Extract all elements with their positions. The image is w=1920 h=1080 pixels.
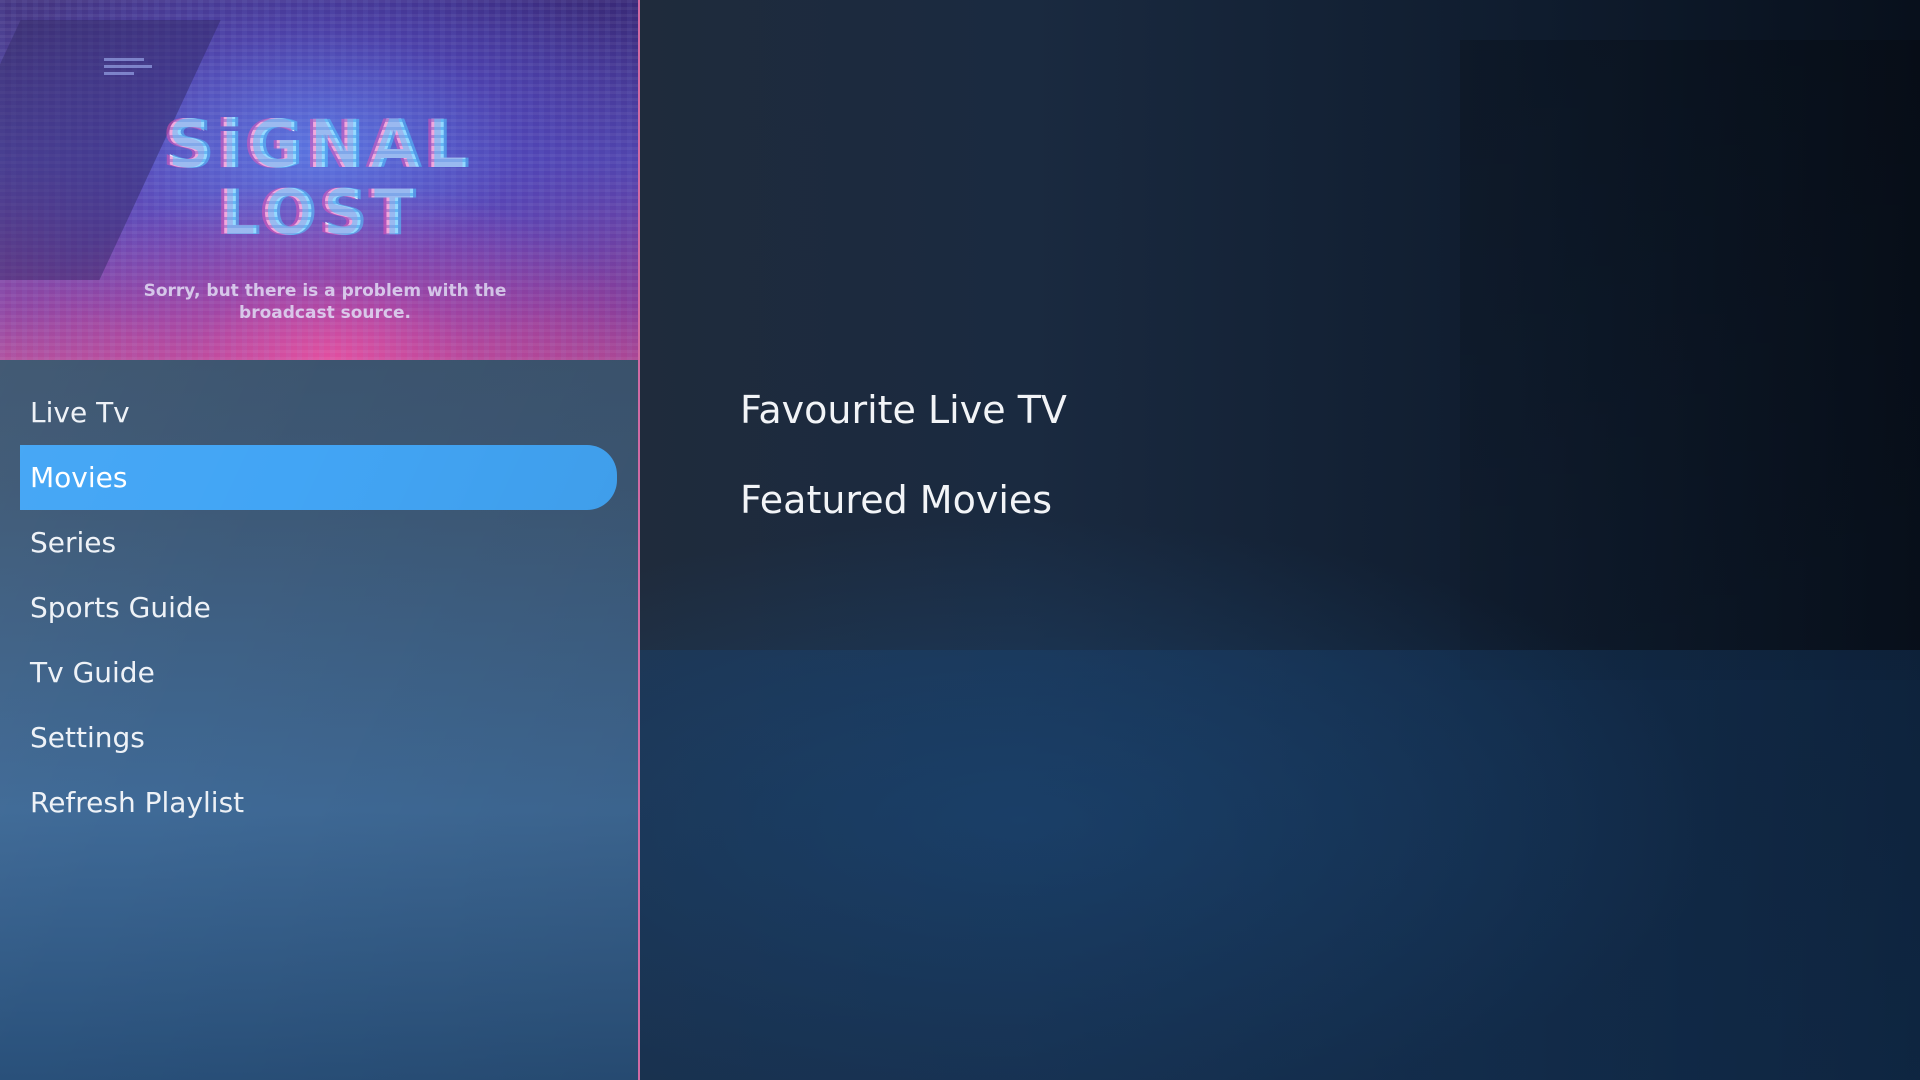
channel-logo-icon [104,58,152,82]
menu-item-sports-guide[interactable]: Sports Guide [20,575,617,640]
menu-item-refresh-playlist[interactable]: Refresh Playlist [20,770,617,835]
signal-lost-title-text: SiGNAL [164,106,474,183]
menu-item-series[interactable]: Series [20,510,617,575]
section-featured-movies[interactable]: Featured Movies [740,478,1052,522]
menu-item-settings[interactable]: Settings [20,705,617,770]
signal-lost-message: Sorry, but there is a problem with the b… [143,281,507,323]
app-window: SiGNAL LOST Sorry, but there is a proble… [0,0,1920,1080]
menu-item-live-tv[interactable]: Live Tv [20,380,617,445]
main-menu: Live Tv Movies Series Sports Guide Tv Gu… [0,380,638,835]
menu-item-tv-guide[interactable]: Tv Guide [20,640,617,705]
menu-item-movies[interactable]: Movies [20,445,617,510]
signal-lost-title-text: LOST [218,176,420,249]
channel-preview[interactable]: SiGNAL LOST Sorry, but there is a proble… [0,0,638,360]
signal-lost-title-line1: SiGNAL [0,106,638,183]
section-favourite-live-tv[interactable]: Favourite Live TV [740,388,1067,432]
signal-lost-title-line2: LOST [0,176,638,249]
sidebar: SiGNAL LOST Sorry, but there is a proble… [0,0,638,1080]
main-content: Favourite Live TV Featured Movies [640,0,1920,1080]
